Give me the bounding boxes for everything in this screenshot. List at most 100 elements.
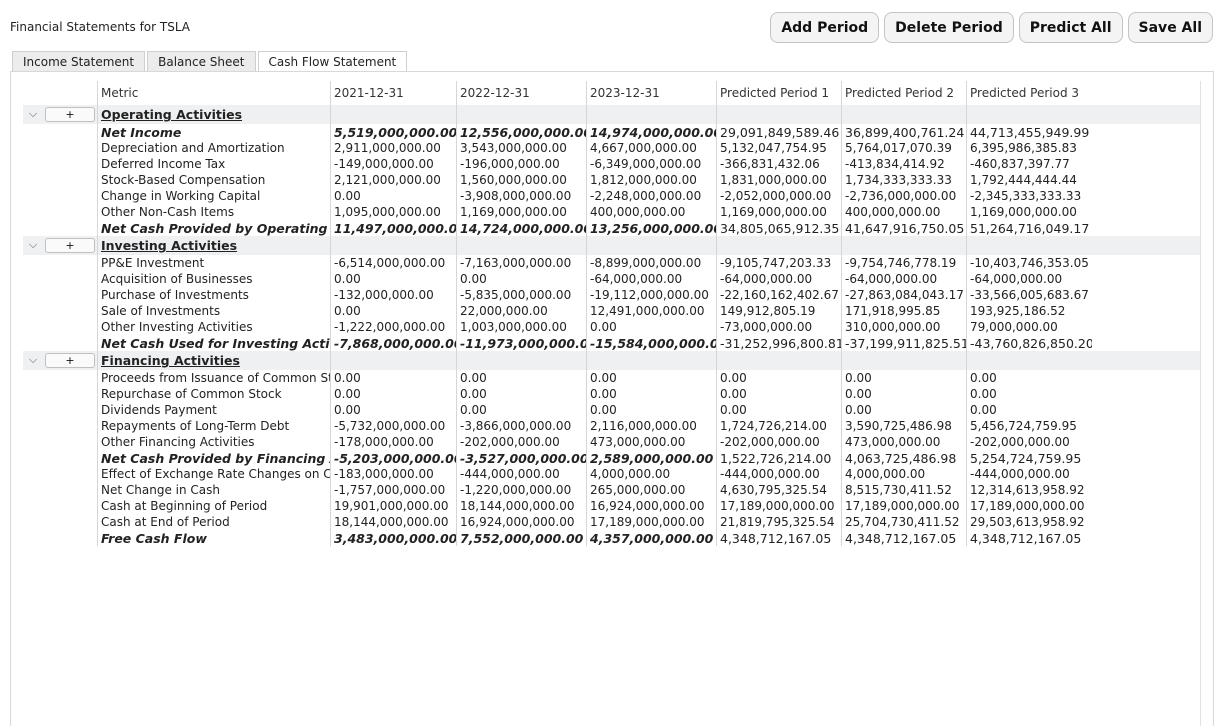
tab-cash-flow-statement[interactable]: Cash Flow Statement [257,51,408,72]
value-cell[interactable]: 16,924,000,000.00 [457,514,587,530]
value-cell[interactable]: -73,000,000.00 [717,319,842,335]
value-cell[interactable]: 400,000,000.00 [587,204,717,220]
value-cell[interactable]: 11,497,000,000.00 [331,220,457,236]
value-cell[interactable]: 1,792,444,444.44 [967,172,1092,188]
value-cell[interactable]: 1,812,000,000.00 [587,172,717,188]
value-cell[interactable]: 4,000,000.00 [587,466,717,482]
value-cell[interactable]: 1,169,000,000.00 [717,204,842,220]
value-cell[interactable]: 17,189,000,000.00 [842,498,967,514]
value-cell[interactable]: -444,000,000.00 [717,466,842,482]
value-cell[interactable]: 0.00 [331,386,457,402]
value-cell[interactable]: 14,724,000,000.00 [457,220,587,236]
value-cell[interactable]: 41,647,916,750.05 [842,220,967,236]
delete-period-button[interactable]: Delete Period [884,12,1014,43]
value-cell[interactable]: 4,063,725,486.98 [842,450,967,466]
value-cell[interactable]: 12,491,000,000.00 [587,303,717,319]
value-cell[interactable]: 3,483,000,000.00 [331,530,457,546]
column-header[interactable]: Predicted Period 3 [967,81,1092,105]
value-cell[interactable]: -11,973,000,000.00 [457,335,587,351]
metric-cell[interactable]: Cash at Beginning of Period [98,498,331,514]
value-cell[interactable]: 5,456,724,759.95 [967,418,1092,434]
value-cell[interactable]: -2,052,000,000.00 [717,188,842,204]
value-cell[interactable]: 0.00 [457,271,587,287]
value-cell[interactable]: 17,189,000,000.00 [967,498,1092,514]
value-cell[interactable]: 25,704,730,411.52 [842,514,967,530]
value-cell[interactable]: 2,589,000,000.00 [587,450,717,466]
value-cell[interactable]: 4,348,712,167.05 [967,530,1092,546]
column-header[interactable]: 2022-12-31 [457,81,587,105]
value-cell[interactable]: 22,000,000.00 [457,303,587,319]
metric-cell[interactable]: Cash at End of Period [98,514,331,530]
metric-cell[interactable]: Depreciation and Amortization [98,140,331,156]
value-cell[interactable]: 5,254,724,759.95 [967,450,1092,466]
value-cell[interactable]: -2,345,333,333.33 [967,188,1092,204]
value-cell[interactable]: -9,105,747,203.33 [717,255,842,271]
chevron-down-icon[interactable]: ⌵ [26,238,40,252]
value-cell[interactable]: -3,908,000,000.00 [457,188,587,204]
value-cell[interactable]: -19,112,000,000.00 [587,287,717,303]
value-cell[interactable]: 0.00 [587,370,717,386]
value-cell[interactable]: 473,000,000.00 [842,434,967,450]
value-cell[interactable]: -7,163,000,000.00 [457,255,587,271]
value-cell[interactable]: 6,395,986,385.83 [967,140,1092,156]
value-cell[interactable]: -6,349,000,000.00 [587,156,717,172]
value-cell[interactable]: 149,912,805.19 [717,303,842,319]
predict-all-button[interactable]: Predict All [1018,12,1123,43]
value-cell[interactable]: 29,091,849,589.46 [717,124,842,140]
value-cell[interactable]: -2,248,000,000.00 [587,188,717,204]
value-cell[interactable]: 17,189,000,000.00 [587,514,717,530]
value-cell[interactable]: 0.00 [457,370,587,386]
value-cell[interactable]: 473,000,000.00 [587,434,717,450]
metric-cell[interactable]: Change in Working Capital [98,188,331,204]
save-all-button[interactable]: Save All [1127,12,1213,43]
metric-cell[interactable]: Repayments of Long-Term Debt [98,418,331,434]
value-cell[interactable]: -1,757,000,000.00 [331,482,457,498]
value-cell[interactable]: 79,000,000.00 [967,319,1092,335]
value-cell[interactable]: 19,901,000,000.00 [331,498,457,514]
value-cell[interactable]: -444,000,000.00 [457,466,587,482]
value-cell[interactable]: -183,000,000.00 [331,466,457,482]
add-period-button[interactable]: Add Period [770,12,880,43]
value-cell[interactable]: -22,160,162,402.67 [717,287,842,303]
value-cell[interactable]: -3,866,000,000.00 [457,418,587,434]
metric-cell[interactable]: PP&E Investment [98,255,331,271]
value-cell[interactable]: -9,754,746,778.19 [842,255,967,271]
metric-cell[interactable]: Purchase of Investments [98,287,331,303]
chevron-down-icon[interactable]: ⌵ [26,107,40,121]
value-cell[interactable]: -31,252,996,800.81 [717,335,842,351]
metric-cell[interactable]: Sale of Investments [98,303,331,319]
value-cell[interactable]: -202,000,000.00 [717,434,842,450]
value-cell[interactable]: 265,000,000.00 [587,482,717,498]
value-cell[interactable]: -444,000,000.00 [967,466,1092,482]
column-header[interactable]: Metric [98,81,331,105]
value-cell[interactable]: 2,121,000,000.00 [331,172,457,188]
value-cell[interactable]: 0.00 [331,303,457,319]
value-cell[interactable]: -64,000,000.00 [717,271,842,287]
value-cell[interactable]: 13,256,000,000.00 [587,220,717,236]
metric-cell[interactable]: Net Income [98,124,331,140]
value-cell[interactable]: 0.00 [842,370,967,386]
value-cell[interactable]: 0.00 [842,402,967,418]
value-cell[interactable]: -2,736,000,000.00 [842,188,967,204]
value-cell[interactable]: 1,003,000,000.00 [457,319,587,335]
value-cell[interactable]: 12,314,613,958.92 [967,482,1092,498]
value-cell[interactable]: -413,834,414.92 [842,156,967,172]
value-cell[interactable]: -3,527,000,000.00 [457,450,587,466]
value-cell[interactable]: 1,560,000,000.00 [457,172,587,188]
value-cell[interactable]: 193,925,186.52 [967,303,1092,319]
value-cell[interactable]: 17,189,000,000.00 [717,498,842,514]
add-row-button[interactable]: + [45,238,95,253]
value-cell[interactable]: 3,590,725,486.98 [842,418,967,434]
value-cell[interactable]: 5,132,047,754.95 [717,140,842,156]
value-cell[interactable]: -7,868,000,000.00 [331,335,457,351]
value-cell[interactable]: -5,732,000,000.00 [331,418,457,434]
value-cell[interactable]: 0.00 [717,370,842,386]
metric-cell[interactable]: Net Change in Cash [98,482,331,498]
value-cell[interactable]: -1,220,000,000.00 [457,482,587,498]
value-cell[interactable]: 4,348,712,167.05 [842,530,967,546]
value-cell[interactable]: 171,918,995.85 [842,303,967,319]
value-cell[interactable]: -33,566,005,683.67 [967,287,1092,303]
metric-cell[interactable]: Other Financing Activities [98,434,331,450]
value-cell[interactable]: -202,000,000.00 [457,434,587,450]
value-cell[interactable]: 1,522,726,214.00 [717,450,842,466]
